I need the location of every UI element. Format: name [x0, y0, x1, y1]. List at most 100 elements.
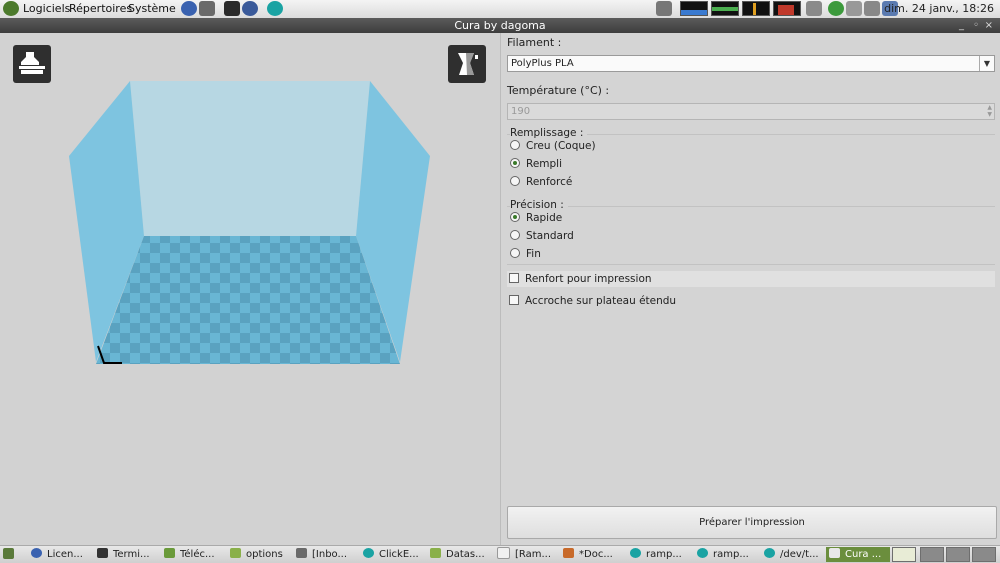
infill-option-label: Creu (Coque) — [526, 140, 596, 152]
menu-systeme[interactable]: Système — [128, 2, 176, 15]
window-titlebar: Cura by dagoma _ ◦ × — [0, 18, 1000, 33]
load-model-button[interactable] — [13, 45, 51, 83]
task-ramp-1[interactable]: ramp... — [630, 547, 692, 562]
checkbox-icon — [509, 273, 519, 283]
task-ramp-2[interactable]: ramp... — [697, 547, 759, 562]
3d-viewport[interactable] — [0, 33, 500, 545]
menu-repertoires[interactable]: Répertoires — [69, 2, 132, 15]
radio-selected-icon — [510, 212, 520, 222]
folder-icon — [430, 548, 441, 558]
filament-label: Filament : — [507, 36, 562, 49]
infill-option-filled[interactable]: Rempli — [510, 156, 562, 172]
radio-icon — [510, 230, 520, 240]
download-icon — [164, 548, 175, 558]
task-label: ramp... — [713, 549, 749, 560]
task-label: Cura ... — [845, 549, 882, 560]
browser-icon — [31, 548, 42, 558]
settings-panel: Filament : PolyPlus PLA ▼ Température (°… — [500, 33, 1000, 545]
maximize-button[interactable]: ◦ — [973, 18, 979, 33]
workspace-2[interactable] — [920, 547, 944, 562]
task-options[interactable]: options — [230, 547, 292, 562]
task-cura[interactable]: Cura ... — [826, 547, 890, 562]
task-terminal[interactable]: Termi... — [97, 547, 157, 562]
task-clicke[interactable]: ClickE... — [363, 547, 425, 562]
arduino-icon — [630, 548, 641, 558]
temperature-label: Température (°C) : — [507, 84, 610, 97]
network-icon[interactable] — [806, 1, 822, 16]
task-datas[interactable]: Datas... — [430, 547, 492, 562]
show-desktop-icon[interactable] — [3, 548, 14, 559]
mail-icon[interactable] — [199, 1, 215, 16]
arduino-icon — [764, 548, 775, 558]
temperature-value: 190 — [511, 106, 531, 117]
distro-logo-icon[interactable] — [3, 1, 19, 16]
infill-option-label: Renforcé — [526, 176, 573, 188]
build-plate — [96, 236, 400, 364]
browser-icon[interactable] — [181, 1, 197, 16]
task-label: /dev/t... — [780, 549, 819, 560]
task-devt[interactable]: /dev/t... — [764, 547, 824, 562]
precision-option-standard[interactable]: Standard — [510, 228, 574, 244]
task-label: Termi... — [113, 549, 150, 560]
menu-logiciels[interactable]: Logiciels — [23, 2, 70, 15]
build-volume-preview[interactable] — [0, 33, 500, 545]
checkbox-icon — [509, 295, 519, 305]
task-telec[interactable]: Téléc... — [164, 547, 224, 562]
task-doc[interactable]: *Doc... — [563, 547, 625, 562]
task-inbox[interactable]: [Inbo... — [296, 547, 358, 562]
arduino-icon[interactable] — [267, 1, 283, 16]
back-wall — [130, 81, 370, 236]
chevron-down-icon: ▼ — [979, 56, 994, 71]
view-mode-button[interactable] — [448, 45, 486, 83]
task-label: *Doc... — [579, 549, 613, 560]
lock-icon[interactable] — [242, 1, 258, 16]
terminal-icon — [97, 548, 108, 558]
spin-arrows-icon[interactable]: ▲ ▼ — [987, 104, 992, 118]
signal-icon[interactable] — [864, 1, 880, 16]
support-checkbox-row[interactable]: Renfort pour impression — [507, 271, 995, 287]
workspace-1[interactable] — [892, 547, 916, 562]
screenshot-icon[interactable] — [656, 1, 672, 16]
temperature-spinbox[interactable]: 190 ▲ ▼ — [507, 103, 995, 120]
network-monitor — [742, 1, 770, 16]
window-icon — [829, 548, 840, 558]
workspace-4[interactable] — [972, 547, 996, 562]
load-monitor — [773, 1, 801, 16]
adhesion-label: Accroche sur plateau étendu — [525, 295, 677, 307]
taskbar: Licen... Termi... Téléc... options [Inbo… — [0, 545, 1000, 563]
window-icon — [497, 547, 510, 559]
arduino-icon — [363, 548, 374, 558]
updates-icon[interactable] — [828, 1, 844, 16]
terminal-icon[interactable] — [224, 1, 240, 16]
radio-selected-icon — [510, 158, 520, 168]
infill-option-label: Rempli — [526, 158, 563, 170]
arduino-icon — [697, 548, 708, 558]
precision-option-label: Rapide — [526, 212, 563, 224]
view-mode-icon — [458, 53, 478, 75]
prepare-print-button[interactable]: Préparer l'impression — [507, 506, 997, 539]
memory-monitor — [711, 1, 739, 16]
task-label: Téléc... — [180, 549, 215, 560]
top-panel: Logiciels Répertoires Système dim. 24 ja… — [0, 0, 1000, 19]
precision-option-fast[interactable]: Rapide — [510, 210, 562, 226]
precision-option-fine[interactable]: Fin — [510, 246, 541, 262]
task-ram[interactable]: [Ram... — [497, 547, 559, 562]
precision-group-border — [507, 206, 995, 207]
filament-select[interactable]: PolyPlus PLA ▼ — [507, 55, 995, 72]
task-label: options — [246, 549, 283, 560]
close-button[interactable]: × — [985, 18, 993, 33]
infill-option-hollow[interactable]: Creu (Coque) — [510, 138, 596, 154]
load-model-icon — [19, 52, 45, 74]
workspace-3[interactable] — [946, 547, 970, 562]
folder-icon — [230, 548, 241, 558]
volume-icon[interactable] — [846, 1, 862, 16]
editor-icon — [563, 548, 574, 558]
minimize-button[interactable]: _ — [959, 18, 964, 33]
filament-value: PolyPlus PLA — [511, 58, 574, 69]
clock[interactable]: dim. 24 janv., 18:26 — [884, 2, 994, 15]
radio-icon — [510, 176, 520, 186]
task-licen[interactable]: Licen... — [31, 547, 91, 562]
cpu-monitor — [680, 1, 708, 16]
adhesion-checkbox-row[interactable]: Accroche sur plateau étendu — [507, 293, 995, 309]
infill-option-reinforced[interactable]: Renforcé — [510, 174, 572, 190]
